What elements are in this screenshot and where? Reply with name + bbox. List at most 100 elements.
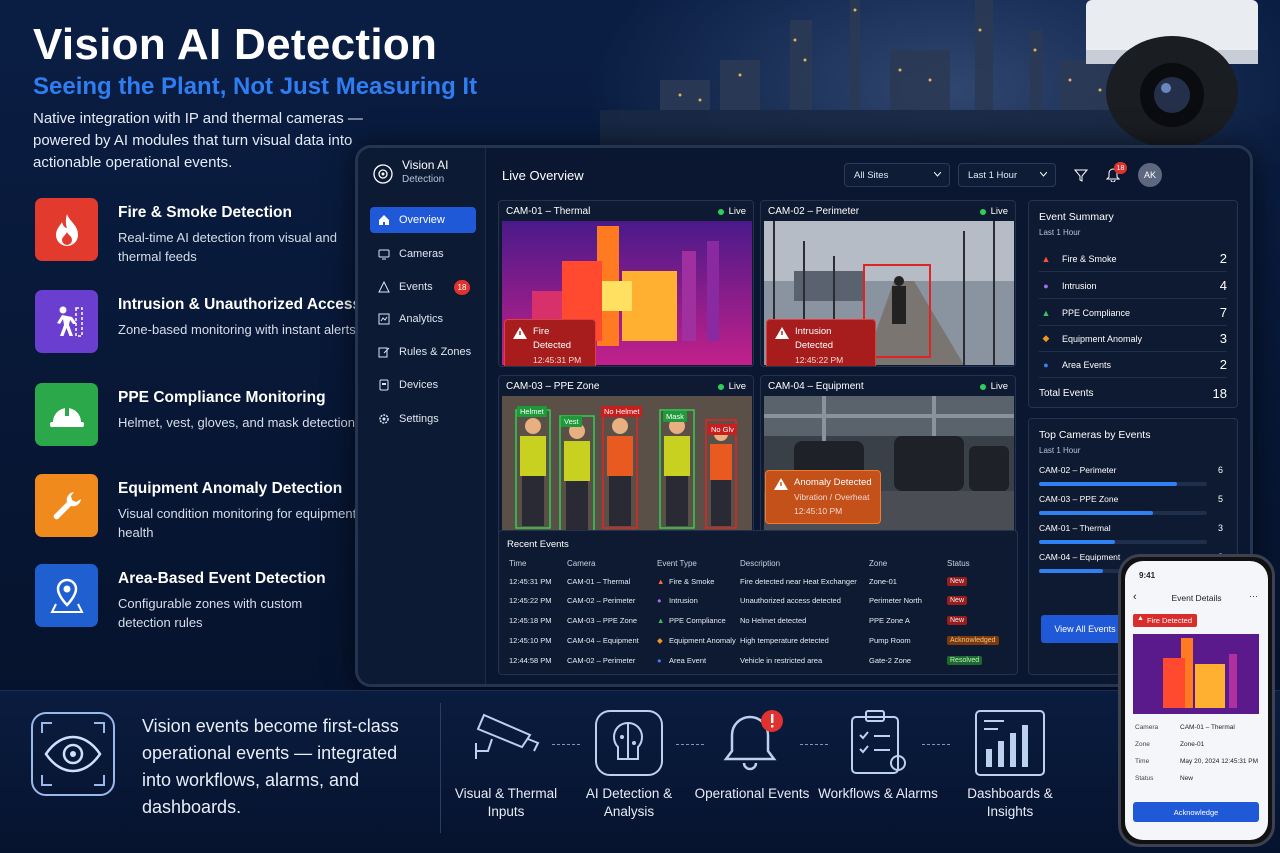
column-header: Time — [509, 559, 527, 568]
camera-name: CAM-04 – Equipment — [768, 381, 864, 392]
brand-subtitle: Detection — [402, 174, 445, 185]
sidebar-item-overview[interactable]: Overview — [370, 207, 476, 233]
top-camera-name: CAM-04 – Equipment — [1039, 552, 1121, 562]
live-indicator: Live — [979, 206, 1008, 217]
table-row[interactable]: 12:44:58 PM CAM-02 – Perimeter ● Area Even… — [499, 651, 1017, 671]
sidebar-item-label: Analytics — [399, 313, 444, 325]
sidebar-item-settings[interactable]: Settings — [370, 406, 476, 432]
summary-row-fire[interactable]: ▲ Fire & Smoke 2 — [1039, 246, 1227, 272]
camera-tile-cam04[interactable]: CAM-04 – Equipment Live Anomaly Detected… — [760, 375, 1016, 542]
workflow-band: Vision events become first-class operati… — [0, 690, 1280, 853]
panel-subtitle: Last 1 Hour — [1039, 228, 1081, 237]
flow-step-label: Dashboards & Insights — [967, 786, 1053, 819]
flow-arrow — [676, 744, 704, 745]
sidebar-item-rules-zones[interactable]: Rules & Zones — [370, 339, 476, 365]
ppe-tag-no-glove: No Glv — [708, 424, 737, 435]
sidebar-item-label: Settings — [399, 413, 439, 425]
status-badge: New — [947, 596, 968, 605]
gear-icon — [379, 414, 389, 424]
feature-equipment: Equipment Anomaly Detection Visual condi… — [35, 474, 375, 540]
intrusion-alert-badge: Intrusion Detected 12:45:22 PM — [766, 319, 876, 366]
avatar[interactable]: AK — [1138, 163, 1162, 187]
sidebar-item-analytics[interactable]: Analytics — [370, 306, 476, 332]
dome-camera-image — [1086, 0, 1258, 148]
hard-hat-icon: ▲ — [657, 616, 665, 625]
filter-icon[interactable] — [1074, 168, 1088, 182]
hard-hat-icon — [35, 383, 98, 446]
acknowledge-button[interactable]: Acknowledge — [1133, 802, 1259, 822]
mobile-phone: 9:41 ‹ Event Details ··· ▲ Fire Detected … — [1118, 554, 1275, 847]
camera-name: CAM-03 – PPE Zone — [506, 381, 600, 392]
status-badge: New — [947, 616, 968, 625]
sidebar-item-events[interactable]: Events 18 — [370, 274, 476, 300]
location-pin-icon: ● — [1043, 359, 1049, 370]
column-header: Description — [740, 559, 781, 568]
summary-row-ppe[interactable]: ▲ PPE Compliance 7 — [1039, 300, 1227, 326]
top-camera-bar — [1039, 540, 1207, 544]
ppe-tag-no-helmet: No Helmet — [601, 406, 643, 417]
flow-arrow — [552, 744, 580, 745]
more-icon[interactable]: ··· — [1249, 591, 1258, 601]
summary-row-intrusion[interactable]: ● Intrusion 4 — [1039, 273, 1227, 299]
feature-intrusion: Intrusion & Unauthorized Access Zone-bas… — [35, 290, 375, 356]
summary-row-equipment[interactable]: ◆ Equipment Anomaly 3 — [1039, 326, 1227, 352]
status-badge: Resolved — [947, 656, 983, 665]
refinery-skyline-image — [600, 0, 1160, 150]
hero-subtitle: Seeing the Plant, Not Just Measuring It — [33, 73, 478, 100]
feature-description: Helmet, vest, gloves, and mask detection — [118, 415, 356, 430]
table-row[interactable]: 12:45:18 PM CAM-03 – PPE Zone ▲ PPE Compli… — [499, 611, 1017, 631]
edit-icon — [378, 347, 390, 358]
field-value: May 20, 2024 12:45:31 PM — [1180, 758, 1259, 765]
flow-step-label: Visual & Thermal Inputs — [454, 786, 558, 819]
camera-tile-cam02[interactable]: CAM-02 – Perimeter Live Intrusion Detect… — [760, 200, 1016, 367]
flow-step-label: Operational Events — [694, 786, 810, 801]
sidebar-item-label: Rules & Zones — [399, 346, 472, 358]
eye-scan-icon — [31, 712, 115, 796]
live-indicator: Live — [979, 381, 1008, 392]
hard-hat-icon: ▲ — [1041, 307, 1051, 318]
status-badge: Acknowledged — [947, 636, 999, 645]
device-icon — [379, 379, 389, 391]
camera-tile-cam03[interactable]: CAM-03 – PPE Zone Live Helmet Vest No He… — [498, 375, 754, 542]
sidebar-item-cameras[interactable]: Cameras — [370, 241, 476, 267]
live-indicator: Live — [717, 206, 746, 217]
top-camera-count: 3 — [1217, 523, 1223, 533]
sidebar-item-devices[interactable]: Devices — [370, 372, 476, 398]
time-range-value: Last 1 Hour — [968, 169, 1018, 181]
camera-icon — [378, 249, 390, 260]
flow-arrow — [922, 744, 950, 745]
flame-icon — [35, 198, 98, 261]
top-camera-bar — [1039, 482, 1207, 486]
table-row[interactable]: 12:45:31 PM CAM-01 – Thermal ▲ Fire & Smok… — [499, 572, 1017, 592]
ppe-tag-vest: Vest — [561, 416, 582, 427]
top-camera-bar — [1039, 511, 1207, 515]
dashboard-chart-icon — [975, 710, 1045, 776]
clipboard-checklist-icon — [851, 710, 906, 774]
sidebar-item-label: Devices — [399, 379, 439, 391]
phone-clock: 9:41 — [1139, 571, 1156, 580]
location-pin-icon: ● — [657, 656, 662, 665]
flow-step-label: AI Detection & Analysis — [585, 786, 673, 819]
table-row[interactable]: 12:45:10 PM CAM-04 – Equipment ◆ Equipment… — [499, 631, 1017, 651]
summary-row-area[interactable]: ● Area Events 2 — [1039, 352, 1227, 378]
time-range-select[interactable]: Last 1 Hour — [958, 163, 1056, 187]
wrench-icon: ◆ — [657, 636, 663, 645]
field-label: Time — [1135, 758, 1150, 765]
top-camera-count: 6 — [1217, 465, 1223, 475]
top-camera-name: CAM-03 – PPE Zone — [1039, 494, 1119, 504]
site-select[interactable]: All Sites — [844, 163, 950, 187]
phone-header: Event Details — [1171, 593, 1222, 603]
table-row[interactable]: 12:45:22 PM CAM-02 – Perimeter ● Intrusion… — [499, 591, 1017, 611]
view-all-events-button[interactable]: View All Events — [1041, 615, 1129, 643]
events-count-badge: 18 — [454, 280, 470, 295]
brand: Vision AI Detection — [372, 158, 482, 190]
wrench-icon: ◆ — [1042, 333, 1050, 343]
feature-title: Area-Based Event Detection — [118, 570, 326, 587]
feature-ppe: PPE Compliance Monitoring Helmet, vest, … — [35, 383, 375, 449]
field-label: Camera — [1135, 724, 1159, 731]
feature-title: Equipment Anomaly Detection — [118, 480, 343, 497]
camera-tile-cam01[interactable]: CAM-01 – Thermal Live Fire Detected 12:45… — [498, 200, 754, 367]
feature-title: Intrusion & Unauthorized Access — [118, 296, 362, 313]
column-header: Zone — [869, 559, 888, 568]
brand-title: Vision AI — [402, 158, 449, 172]
